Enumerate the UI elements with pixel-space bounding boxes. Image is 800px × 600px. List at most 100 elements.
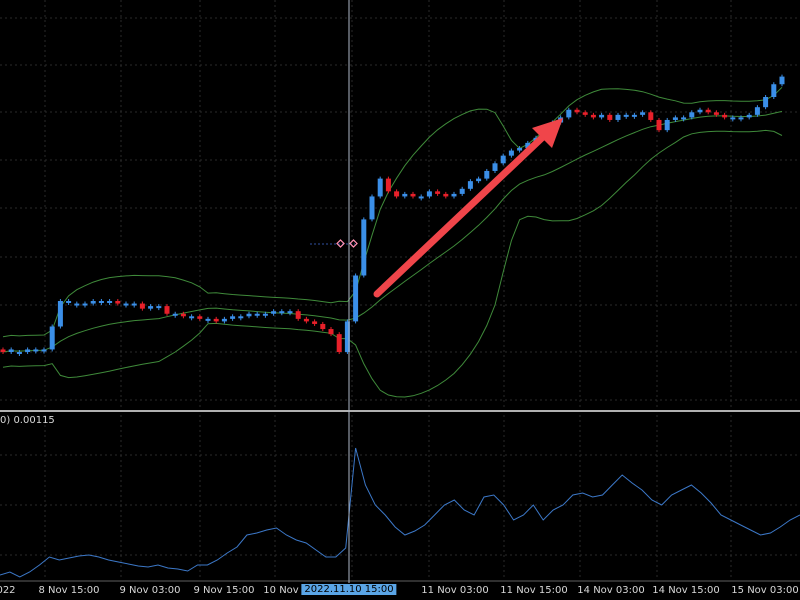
candle-down — [312, 321, 318, 324]
candle-down — [443, 193, 449, 197]
candle-up — [123, 303, 129, 306]
time-axis-label: 15 Nov 03:00 — [731, 585, 799, 596]
candle-down — [295, 311, 301, 319]
candle-down — [303, 318, 309, 322]
candle-down — [607, 114, 613, 120]
time-axis-label: 9 Nov 15:00 — [193, 585, 255, 596]
candle-down — [385, 178, 391, 192]
candle-down — [180, 313, 186, 317]
candle-up — [279, 311, 285, 314]
candle-down — [197, 316, 203, 319]
candle-up — [517, 148, 523, 151]
candle-down — [410, 193, 416, 197]
candle-up — [361, 219, 367, 276]
candle-down — [713, 112, 719, 115]
candle-up — [66, 301, 72, 303]
time-axis-label: 11 Nov 15:00 — [500, 585, 568, 596]
candle-up — [476, 178, 482, 182]
candle-up — [254, 313, 260, 316]
candle-up — [697, 109, 703, 113]
candle-up — [82, 303, 88, 306]
candle-down — [590, 114, 596, 118]
candle-up — [402, 193, 408, 197]
trade-markers — [310, 239, 358, 248]
candle-down — [0, 349, 6, 352]
candle-up — [221, 318, 227, 322]
candle-up — [172, 313, 178, 316]
candle-up — [631, 114, 637, 117]
candle-down — [115, 301, 121, 304]
candle-down — [139, 303, 145, 309]
candle-up — [49, 326, 55, 350]
candle-up — [98, 301, 104, 303]
candle-up — [230, 316, 236, 319]
candle-up — [287, 311, 293, 314]
candle-up — [426, 191, 432, 197]
candle-down — [435, 191, 441, 194]
candle-up — [689, 112, 695, 118]
candle-up — [246, 313, 252, 317]
candle-up — [377, 178, 383, 197]
candle-up — [41, 349, 47, 352]
candle-up — [205, 318, 211, 321]
candle-up — [615, 114, 621, 120]
candle-up — [148, 306, 154, 309]
candle-down — [336, 334, 342, 352]
candle-up — [131, 303, 137, 306]
time-axis-label: 14 Nov 03:00 — [577, 585, 645, 596]
candle-up — [74, 303, 80, 306]
candle-up — [681, 117, 687, 120]
time-axis-label: 9 Nov 03:00 — [119, 585, 181, 596]
candle-down — [656, 119, 662, 131]
candle-down — [722, 114, 728, 118]
candle-down — [705, 109, 711, 113]
price-chart[interactable] — [0, 0, 800, 600]
candle-up — [500, 155, 506, 164]
candle-up — [238, 316, 244, 319]
candle-up — [754, 107, 760, 115]
candle-down — [164, 306, 170, 314]
grid-lines — [0, 0, 800, 580]
candle-up — [746, 114, 752, 118]
candle-up — [640, 112, 646, 115]
candle-up — [664, 119, 670, 131]
candle-up — [33, 349, 39, 352]
candle-up — [771, 84, 777, 97]
candle-up — [262, 313, 268, 316]
candle-up — [418, 196, 424, 199]
candle-up — [16, 352, 22, 354]
candle-up — [763, 97, 769, 108]
candle-up — [730, 117, 736, 120]
bollinger-bands — [2, 86, 783, 398]
time-axis-label: 14 Nov 15:00 — [652, 585, 720, 596]
candle-down — [648, 112, 654, 120]
candle-up — [8, 349, 14, 352]
candle-up — [508, 150, 514, 156]
candle-up — [459, 188, 465, 194]
candle-up — [107, 301, 113, 303]
chart-window[interactable]: 0) 0.00115 022 8 Nov 15:00 9 Nov 03:00 9 No… — [0, 0, 800, 600]
candle-down — [574, 109, 580, 113]
candle-down — [394, 191, 400, 197]
candle-up — [271, 311, 277, 314]
candle-up — [369, 196, 375, 220]
time-axis-label: 8 Nov 15:00 — [38, 585, 100, 596]
chart-overlay — [348, 0, 563, 583]
candle-up — [353, 275, 359, 322]
candle-up — [779, 76, 785, 85]
candle-up — [672, 117, 678, 120]
candle-up — [738, 117, 744, 120]
time-axis-label: 022 — [0, 585, 16, 596]
candle-up — [467, 181, 473, 189]
candle-up — [25, 349, 31, 352]
indicator-value-label: 0) 0.00115 — [0, 415, 55, 426]
candle-up — [189, 316, 195, 319]
candle-up — [492, 163, 498, 171]
candle-down — [213, 318, 219, 322]
candle-down — [582, 112, 588, 115]
trend-arrow-shaft — [373, 131, 549, 298]
candle-up — [599, 114, 605, 118]
indicator-line — [0, 447, 800, 578]
candle-up — [156, 306, 162, 309]
time-axis-label: 11 Nov 03:00 — [421, 585, 489, 596]
